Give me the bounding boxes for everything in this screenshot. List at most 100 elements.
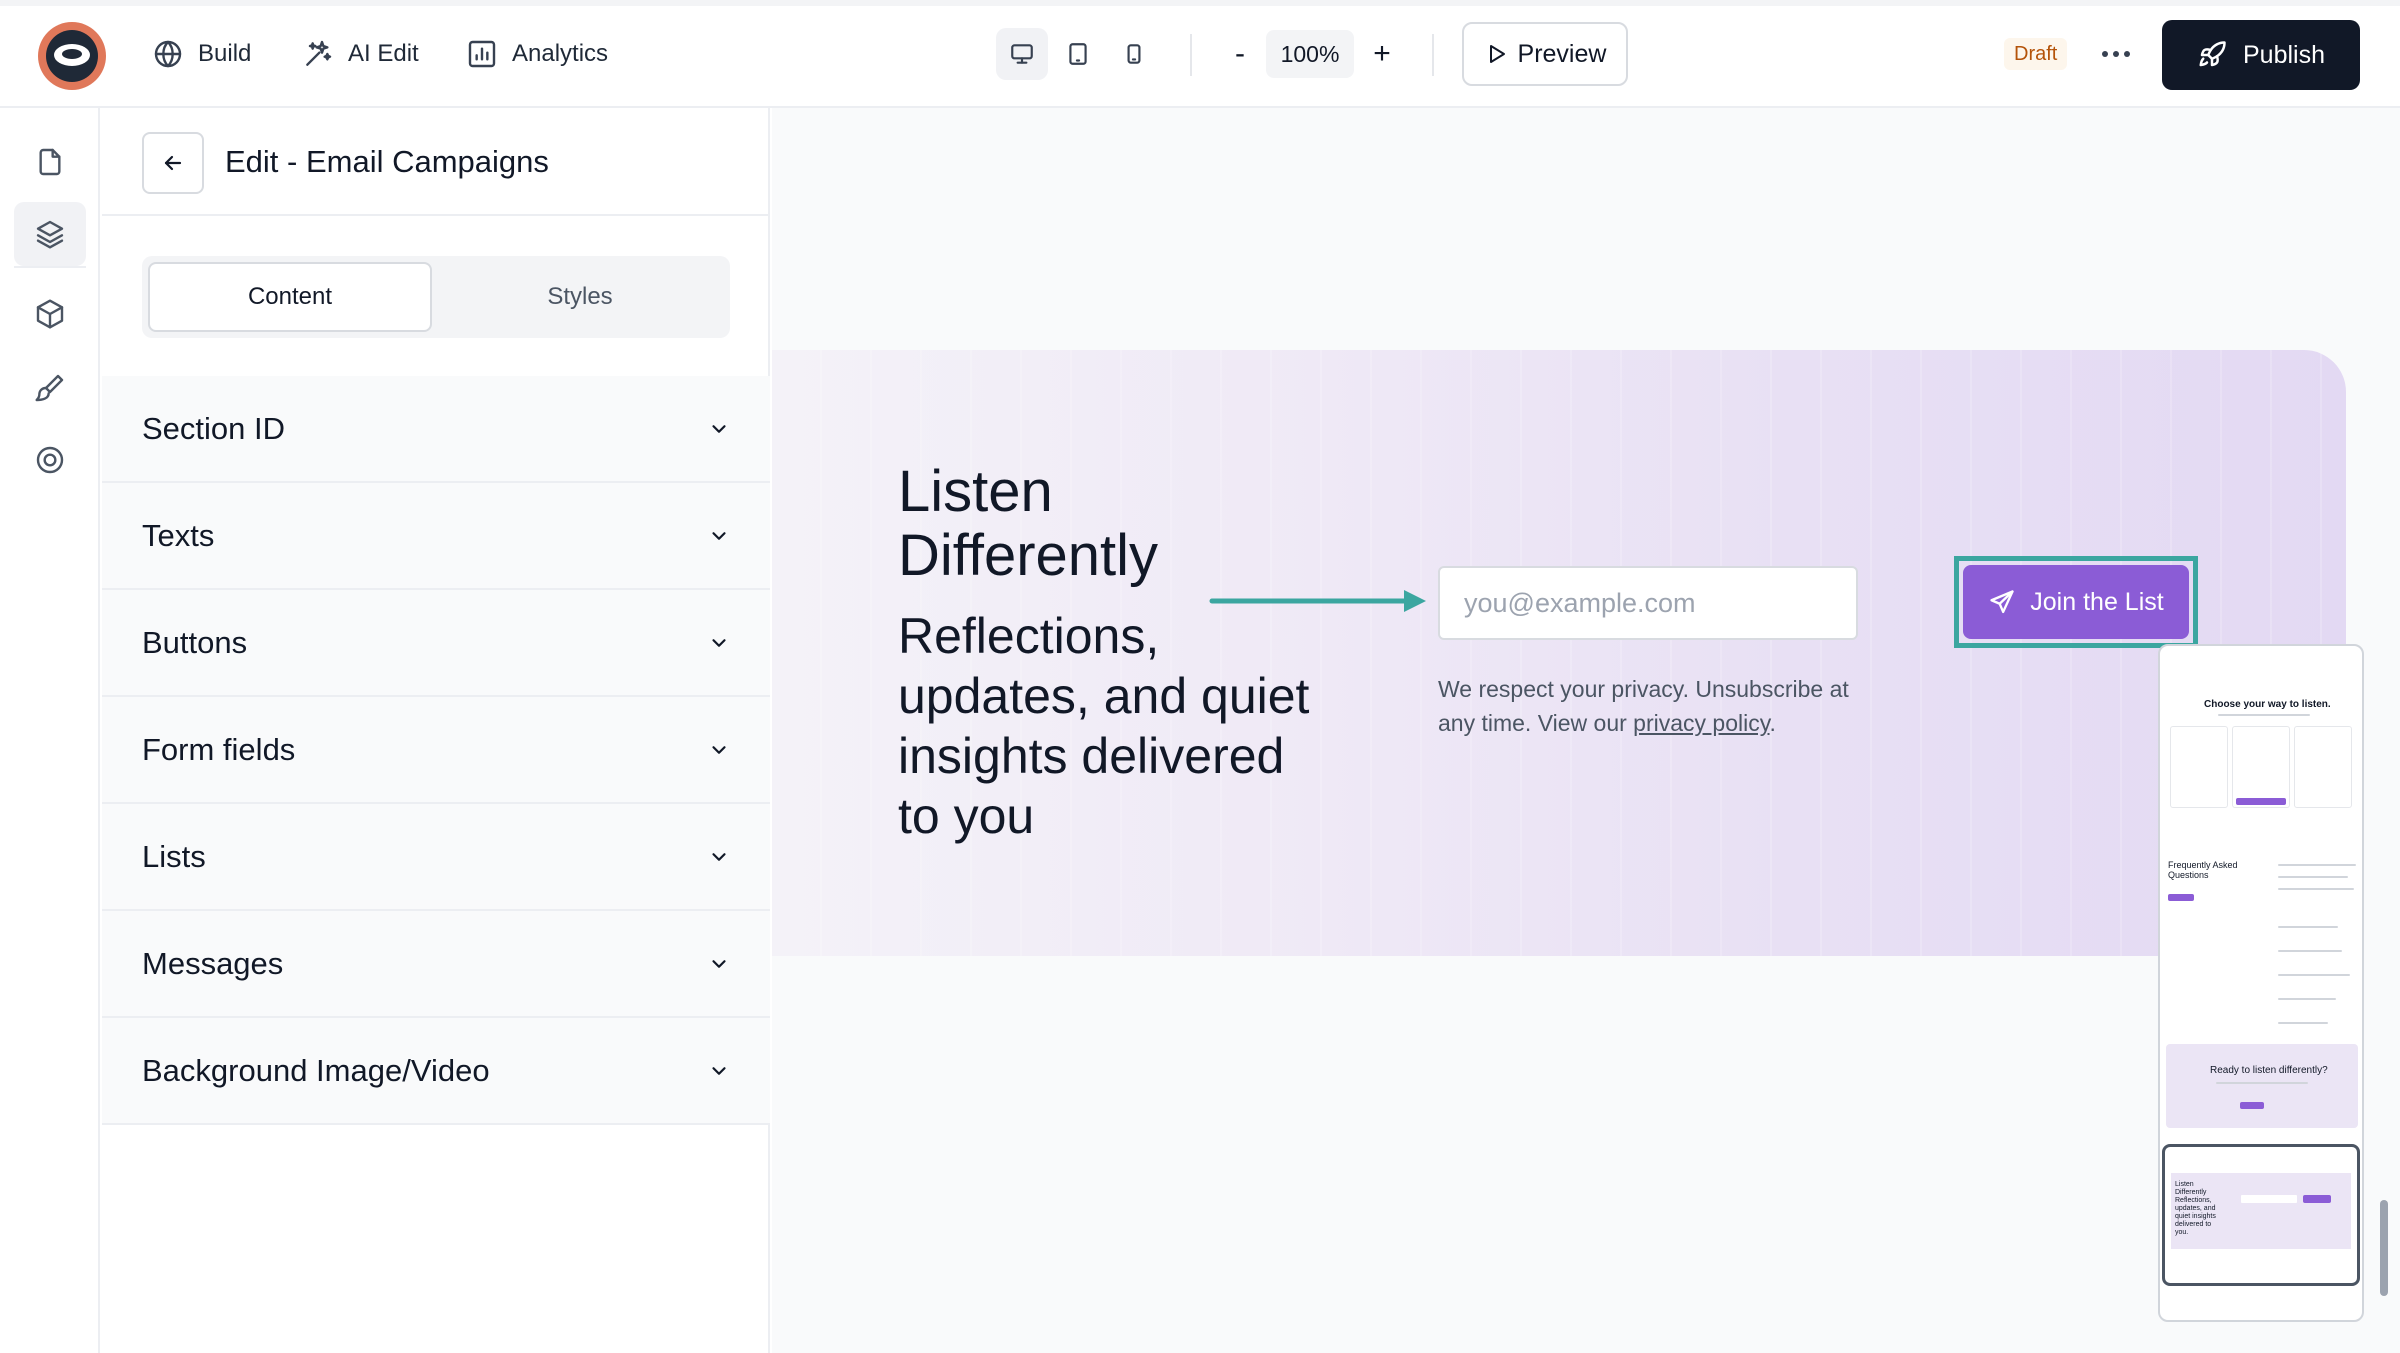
settings-panel: Edit - Email Campaigns Content Styles Se… bbox=[102, 108, 770, 1353]
minimap-card bbox=[2294, 726, 2352, 808]
arrow-left-icon bbox=[164, 155, 182, 171]
tab-styles[interactable]: Styles bbox=[436, 262, 724, 332]
rail-divider bbox=[14, 266, 86, 268]
minimap-signup: Listen Differently Reflections, updates,… bbox=[2171, 1173, 2351, 1249]
join-list-label: Join the List bbox=[2030, 587, 2164, 616]
privacy-policy-link[interactable]: privacy policy bbox=[1633, 710, 1769, 736]
minimap-faq[interactable]: Frequently Asked Questions bbox=[2166, 846, 2358, 1036]
brush-icon bbox=[35, 374, 64, 402]
canvas-scrollbar[interactable] bbox=[2380, 1200, 2388, 1296]
minimap-line bbox=[2278, 1022, 2328, 1024]
tab-content[interactable]: Content bbox=[148, 262, 432, 332]
chevron-down-icon bbox=[712, 959, 726, 968]
chevron-down-icon bbox=[712, 638, 726, 647]
desktop-view-button[interactable] bbox=[996, 28, 1048, 80]
pointer-arrow-icon bbox=[1209, 590, 1426, 612]
accordion-texts[interactable]: Texts bbox=[102, 483, 770, 590]
section-headline[interactable]: Listen Differently bbox=[898, 460, 1318, 588]
accordion-label: Section ID bbox=[142, 410, 286, 446]
publish-label: Publish bbox=[2243, 40, 2325, 69]
accordion-section-id[interactable]: Section ID bbox=[102, 376, 770, 483]
rail-layers-button[interactable] bbox=[14, 202, 86, 266]
privacy-end: . bbox=[1769, 710, 1776, 736]
nav-analytics-label: Analytics bbox=[512, 40, 609, 67]
accordion-messages[interactable]: Messages bbox=[102, 911, 770, 1018]
join-list-button[interactable]: Join the List bbox=[1963, 565, 2189, 639]
page-icon bbox=[39, 148, 61, 176]
zoom-in-button[interactable]: + bbox=[1362, 34, 1402, 74]
settings-icon bbox=[36, 446, 64, 474]
accordion-buttons[interactable]: Buttons bbox=[102, 590, 770, 697]
minimap-pricing[interactable]: Choose your way to listen. bbox=[2166, 646, 2358, 836]
chevron-down-icon bbox=[712, 531, 726, 540]
email-signup-section[interactable]: Listen Differently Reflections, updates,… bbox=[772, 350, 2346, 956]
minimap-line bbox=[2278, 998, 2336, 1000]
rail-pages-button[interactable] bbox=[14, 130, 86, 194]
minimap-current-section[interactable]: Listen Differently Reflections, updates,… bbox=[2162, 1144, 2360, 1286]
minimap-line bbox=[2278, 876, 2348, 878]
nav-build-label: Build bbox=[198, 40, 252, 67]
settings-accordion: Section ID Texts Buttons Form fields Lis… bbox=[102, 376, 770, 1125]
accordion-label: Lists bbox=[142, 838, 206, 874]
panel-title: Edit - Email Campaigns bbox=[225, 144, 549, 179]
rail-components-button[interactable] bbox=[14, 282, 86, 346]
tablet-icon bbox=[1069, 43, 1087, 65]
email-input[interactable] bbox=[1438, 566, 1858, 640]
minimap-card bbox=[2170, 726, 2228, 808]
preview-button[interactable]: Preview bbox=[1462, 22, 1628, 86]
publish-button[interactable]: Publish bbox=[2162, 20, 2360, 90]
device-switcher bbox=[996, 28, 1160, 80]
more-options-button[interactable] bbox=[2094, 34, 2138, 74]
accordion-form-fields[interactable]: Form fields bbox=[102, 697, 770, 804]
nav-ai-edit[interactable]: AI Edit bbox=[302, 34, 419, 74]
accordion-label: Background Image/Video bbox=[142, 1052, 490, 1088]
minimap-line bbox=[2278, 888, 2354, 890]
selection-highlight: Join the List bbox=[1954, 556, 2198, 648]
top-bar: Build AI Edit Analytics - 100% + Preview… bbox=[0, 0, 2400, 108]
chevron-down-icon bbox=[712, 424, 726, 433]
nav-build[interactable]: Build bbox=[152, 34, 251, 74]
minimap-button bbox=[2168, 894, 2194, 901]
divider bbox=[1432, 34, 1434, 76]
accordion-label: Buttons bbox=[142, 624, 248, 660]
status-badge: Draft bbox=[2004, 38, 2068, 70]
icon-rail bbox=[0, 108, 100, 1353]
tablet-view-button[interactable] bbox=[1052, 28, 1104, 80]
minimap-signup-text: Listen Differently Reflections, updates,… bbox=[2175, 1181, 2216, 1236]
minimap-button bbox=[2236, 798, 2286, 805]
minimap-line bbox=[2278, 950, 2342, 952]
minimap-cta[interactable]: Ready to listen differently? bbox=[2166, 1044, 2358, 1128]
editor-canvas[interactable]: Listen Differently Reflections, updates,… bbox=[772, 108, 2400, 1353]
logo-icon bbox=[46, 30, 98, 82]
desktop-icon bbox=[1011, 44, 1033, 64]
mobile-icon bbox=[1127, 44, 1141, 64]
dot bbox=[2113, 51, 2119, 57]
layers-icon bbox=[36, 220, 64, 249]
minimap-input bbox=[2241, 1195, 2297, 1203]
rail-design-button[interactable] bbox=[14, 356, 86, 420]
accordion-label: Texts bbox=[142, 517, 215, 553]
section-subheadline[interactable]: Reflections, updates, and quiet insights… bbox=[898, 606, 1318, 846]
nav-analytics[interactable]: Analytics bbox=[466, 34, 608, 74]
mobile-view-button[interactable] bbox=[1108, 28, 1160, 80]
minimap-line bbox=[2278, 926, 2338, 928]
minimap-pricing-title: Choose your way to listen. bbox=[2204, 699, 2331, 710]
app-logo[interactable] bbox=[38, 22, 106, 90]
send-icon bbox=[1990, 590, 2014, 614]
accordion-label: Messages bbox=[142, 945, 284, 981]
preview-label: Preview bbox=[1517, 39, 1607, 68]
back-button[interactable] bbox=[142, 132, 204, 194]
accordion-lists[interactable]: Lists bbox=[102, 804, 770, 911]
minimap-line bbox=[2218, 714, 2310, 716]
rail-settings-button[interactable] bbox=[14, 428, 86, 492]
zoom-level[interactable]: 100% bbox=[1266, 30, 1354, 78]
accordion-background[interactable]: Background Image/Video bbox=[102, 1018, 770, 1125]
dot bbox=[2124, 51, 2130, 57]
chevron-down-icon bbox=[712, 852, 726, 861]
minimap-button bbox=[2303, 1195, 2331, 1203]
globe-icon bbox=[154, 40, 182, 68]
minimap-cta-title: Ready to listen differently? bbox=[2210, 1065, 2328, 1076]
zoom-out-button[interactable]: - bbox=[1220, 34, 1260, 74]
sparkles-icon bbox=[306, 40, 332, 66]
page-minimap[interactable]: Choose your way to listen. Frequently As… bbox=[2158, 644, 2364, 1322]
